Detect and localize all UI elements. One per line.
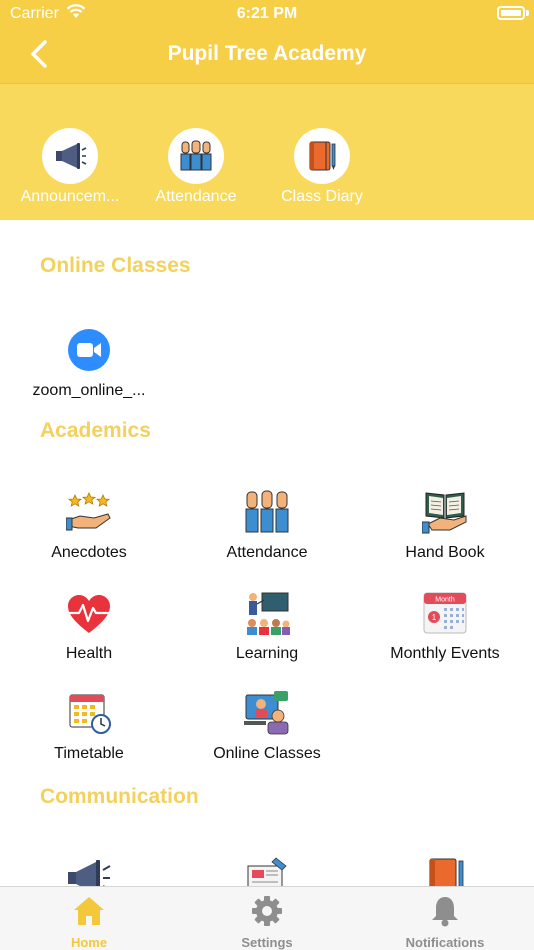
item-label: Learning — [235, 645, 299, 662]
navigation-bar: Carrier 6:21 PM Pupil Tree Academy — [0, 0, 534, 83]
item-label: Monthly Events — [390, 645, 500, 662]
item-label: Anecdotes — [51, 544, 127, 561]
newspaper-icon — [247, 857, 287, 890]
tab-bar: Home Settings Notifications — [0, 886, 534, 950]
tab-label: Notifications — [405, 935, 485, 950]
page-title: Pupil Tree Academy — [167, 42, 367, 65]
status-bar: Carrier 6:21 PM — [0, 0, 534, 28]
stars-hand-icon — [66, 492, 111, 531]
communication-item[interactable] — [356, 856, 534, 890]
section-title-academics: Academics — [40, 419, 151, 442]
academics-anecdotes[interactable]: Anecdotes — [0, 488, 178, 562]
home-icon — [74, 897, 104, 925]
item-label: Hand Book — [405, 544, 485, 561]
notebook-icon — [429, 858, 464, 890]
quick-class-diary[interactable]: Class Diary — [262, 128, 382, 206]
academics-hand-book[interactable]: Hand Book — [356, 488, 534, 562]
heartbeat-icon — [66, 595, 112, 633]
tab-label: Home — [70, 935, 108, 950]
svg-text:1: 1 — [432, 613, 437, 622]
quick-label: Attendance — [155, 188, 237, 205]
academics-monthly-events[interactable]: Month 1 Monthly Events — [356, 589, 534, 663]
raised-hands-icon — [245, 490, 289, 533]
quick-access-band: Announcem... Attendance Class Diary — [0, 83, 534, 220]
item-label: zoom_online_... — [32, 382, 146, 399]
academics-health[interactable]: Health — [0, 589, 178, 663]
megaphone-icon — [68, 860, 111, 890]
video-call-icon — [244, 691, 289, 735]
item-label: Online Classes — [213, 745, 321, 762]
gear-icon — [252, 896, 282, 926]
communication-item[interactable] — [178, 856, 356, 890]
tab-settings[interactable]: Settings — [178, 895, 356, 950]
academics-learning[interactable]: Learning — [178, 589, 356, 663]
tab-home[interactable]: Home — [0, 895, 178, 950]
item-label: Timetable — [54, 745, 124, 762]
item-label: Attendance — [226, 544, 308, 561]
open-book-icon — [422, 492, 467, 534]
battery-icon — [497, 6, 525, 20]
raised-hands-icon — [180, 140, 212, 171]
academics-online-classes[interactable]: Online Classes — [178, 689, 356, 763]
notebook-icon — [309, 141, 336, 171]
quick-label: Announcem... — [20, 188, 120, 205]
online-class-item[interactable]: zoom_online_... — [0, 326, 178, 400]
section-title-communication: Communication — [40, 785, 199, 808]
timetable-icon — [69, 694, 111, 734]
quick-announcements[interactable]: Announcem... — [10, 128, 130, 206]
megaphone-icon — [56, 143, 87, 169]
status-time: 6:21 PM — [236, 5, 298, 22]
calendar-icon: Month 1 — [423, 592, 467, 634]
academics-timetable[interactable]: Timetable — [0, 689, 178, 763]
quick-attendance[interactable]: Attendance — [136, 128, 256, 206]
classroom-icon — [247, 592, 290, 635]
quick-label: Class Diary — [281, 188, 363, 205]
zoom-icon — [68, 329, 110, 371]
communication-item[interactable] — [0, 856, 178, 890]
svg-text:Month: Month — [435, 597, 455, 604]
item-label: Health — [65, 645, 113, 662]
tab-label: Settings — [241, 935, 293, 950]
academics-attendance[interactable]: Attendance — [178, 488, 356, 562]
bell-icon — [432, 897, 458, 927]
tab-notifications[interactable]: Notifications — [356, 895, 534, 950]
section-title-online-classes: Online Classes — [40, 254, 191, 277]
